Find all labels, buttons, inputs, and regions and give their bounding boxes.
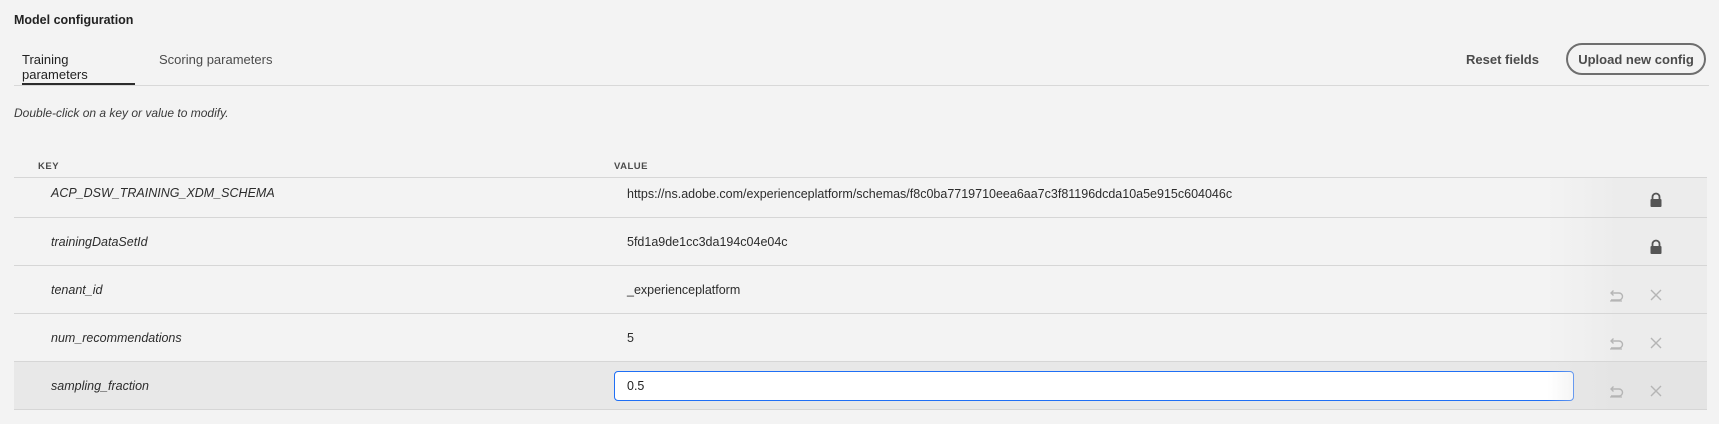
close-icon[interactable] (1648, 335, 1664, 351)
tab-training-parameters[interactable]: Training parameters (22, 52, 135, 85)
table-header: KEY VALUE (14, 144, 1707, 178)
undo-icon[interactable] (1608, 335, 1624, 351)
page-title: Model configuration (14, 13, 134, 27)
column-header-value: VALUE (614, 161, 648, 172)
lock-icon (1648, 192, 1664, 208)
edit-hint: Double-click on a key or value to modify… (14, 106, 229, 120)
row-value[interactable]: _experienceplatform (627, 283, 740, 297)
value-input[interactable] (614, 371, 1574, 401)
table-row[interactable]: trainingDataSetId 5fd1a9de1cc3da194c04e0… (14, 218, 1707, 266)
table-row[interactable]: num_recommendations 5 (14, 314, 1707, 362)
reset-fields-button[interactable]: Reset fields (1466, 52, 1539, 67)
row-key[interactable]: sampling_fraction (51, 379, 149, 393)
row-value[interactable]: 5fd1a9de1cc3da194c04e04c (627, 235, 788, 249)
table-row[interactable]: ACP_DSW_TRAINING_XDM_SCHEMA https://ns.a… (14, 178, 1707, 218)
row-value[interactable]: https://ns.adobe.com/experienceplatform/… (627, 187, 1232, 201)
upload-new-config-button[interactable]: Upload new config (1566, 43, 1706, 75)
undo-icon[interactable] (1608, 287, 1624, 303)
row-key[interactable]: ACP_DSW_TRAINING_XDM_SCHEMA (51, 186, 275, 200)
undo-icon[interactable] (1608, 383, 1624, 399)
lock-icon (1648, 239, 1664, 255)
close-icon[interactable] (1648, 287, 1664, 303)
tab-scoring-parameters[interactable]: Scoring parameters (159, 52, 272, 85)
row-key[interactable]: num_recommendations (51, 331, 182, 345)
table-row[interactable]: sampling_fraction (14, 362, 1707, 410)
table-row[interactable]: tenant_id _experienceplatform (14, 266, 1707, 314)
close-icon[interactable] (1648, 383, 1664, 399)
row-key[interactable]: tenant_id (51, 283, 102, 297)
row-value[interactable]: 5 (627, 331, 634, 345)
row-key[interactable]: trainingDataSetId (51, 235, 148, 249)
column-header-key: KEY (38, 161, 60, 172)
tab-bar: Training parameters Scoring parameters (14, 42, 1709, 86)
config-table: KEY VALUE ACP_DSW_TRAINING_XDM_SCHEMA ht… (14, 144, 1707, 410)
